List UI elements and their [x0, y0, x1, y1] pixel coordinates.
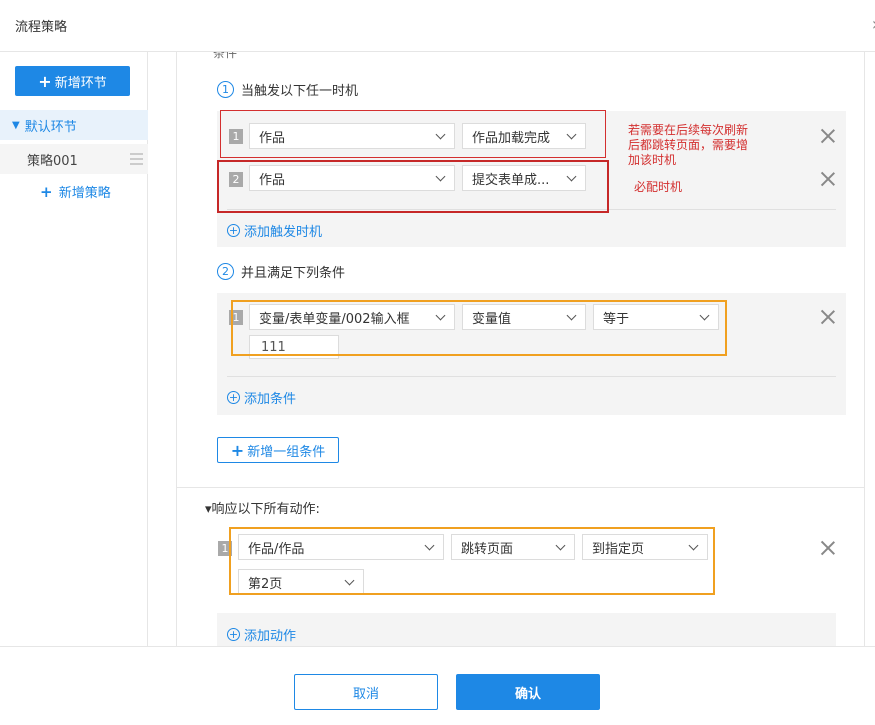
add-condition-link[interactable]: + 添加条件	[227, 388, 296, 407]
step-number: 2	[217, 263, 234, 280]
annotation-highlight-orange	[229, 527, 715, 595]
plus-icon: +	[38, 71, 52, 91]
add-node-button[interactable]: + 新增环节	[15, 66, 130, 96]
divider	[227, 376, 836, 377]
step-condition: 2 并且满足下列条件	[217, 262, 345, 281]
sidebar: + 新增环节 ▼ 默认环节 策略001 + 新增策略	[0, 52, 148, 646]
add-action-label: 添加动作	[244, 629, 297, 644]
add-trigger-label: 添加触发时机	[244, 225, 323, 240]
step-label: 当触发以下任一时机	[241, 84, 359, 99]
remove-trigger-icon[interactable]	[821, 172, 835, 186]
new-group-label: 新增一组条件	[247, 444, 326, 460]
policy-editor: 条件 1 当触发以下任一时机 1 作品 作品加载完成 2 作品 提交表单成...…	[176, 52, 865, 646]
dialog-footer: 取消 确认	[0, 646, 875, 725]
add-policy-label: 新增策略	[58, 186, 111, 201]
plus-circle-icon: +	[227, 224, 240, 237]
dialog-header: 流程策略 ›	[0, 0, 875, 52]
step-label: 并且满足下列条件	[241, 266, 346, 281]
annotation-highlight-red-thick	[217, 160, 609, 213]
node-label: 默认环节	[24, 119, 77, 135]
sidebar-item-default-node[interactable]: ▼ 默认环节	[0, 110, 148, 140]
new-condition-group-button[interactable]: + 新增一组条件	[217, 437, 339, 463]
remove-trigger-icon[interactable]	[821, 129, 835, 143]
remove-action-icon[interactable]	[821, 541, 835, 555]
response-title: ▾响应以下所有动作:	[205, 502, 320, 517]
sidebar-item-policy[interactable]: 策略001	[0, 144, 148, 174]
plus-icon: +	[230, 440, 245, 460]
caret-down-icon: ▼	[12, 119, 20, 131]
policy-label: 策略001	[27, 153, 78, 169]
add-node-label: 新增环节	[54, 75, 107, 91]
annotation-text: 若需要在后续每次刷新后都跳转页面，需要增加该时机	[628, 123, 749, 167]
annotation-highlight-red	[220, 110, 606, 158]
section-title: 条件	[213, 52, 238, 60]
step-trigger: 1 当触发以下任一时机	[217, 80, 358, 99]
add-action-panel: + 添加动作	[217, 613, 836, 646]
annotation-highlight-orange	[231, 300, 727, 356]
plus-circle-icon: +	[227, 628, 240, 641]
section-divider	[177, 487, 864, 488]
remove-condition-icon[interactable]	[821, 310, 835, 324]
plus-circle-icon: +	[227, 391, 240, 404]
annotation-required: 必配时机	[634, 180, 683, 194]
plus-icon: +	[40, 183, 53, 201]
add-action-link[interactable]: + 添加动作	[227, 625, 296, 644]
step-number: 1	[217, 81, 234, 98]
dialog-title: 流程策略	[15, 20, 68, 35]
add-policy-link[interactable]: + 新增策略	[40, 182, 111, 201]
cancel-button[interactable]: 取消	[294, 674, 438, 710]
add-condition-label: 添加条件	[244, 392, 297, 407]
add-trigger-link[interactable]: + 添加触发时机	[227, 221, 322, 240]
confirm-button[interactable]: 确认	[456, 674, 600, 710]
drag-handle-icon[interactable]	[130, 153, 143, 165]
